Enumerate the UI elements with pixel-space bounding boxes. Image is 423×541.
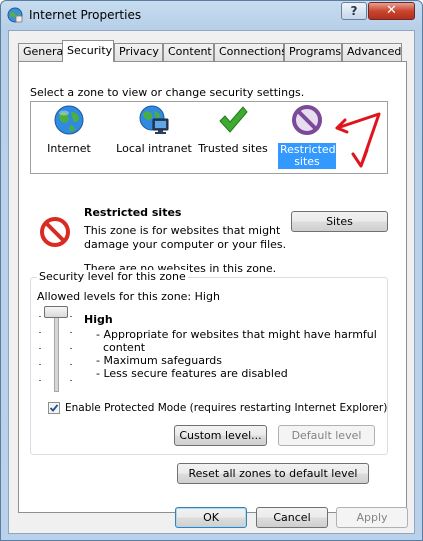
- zone-local-intranet-label: Local intranet: [116, 142, 192, 155]
- help-button[interactable]: ?: [341, 2, 367, 20]
- zone-trusted-sites-label: Trusted sites: [198, 142, 268, 155]
- tab-connections[interactable]: Connections: [214, 43, 287, 61]
- slider-tick: [39, 380, 41, 381]
- zone-restricted-sites[interactable]: Restricted sites: [278, 104, 336, 169]
- sites-button[interactable]: Sites: [291, 211, 388, 232]
- slider-tick: [39, 348, 41, 349]
- reset-all-zones-button[interactable]: Reset all zones to default level: [177, 463, 369, 484]
- slider-tick: [70, 348, 72, 349]
- apply-button[interactable]: Apply: [336, 507, 408, 528]
- level-bullet-1-cont: content: [96, 341, 146, 354]
- zone-description-line1: This zone is for websites that might: [84, 224, 281, 237]
- protected-mode-label[interactable]: Enable Protected Mode (requires restarti…: [65, 402, 387, 414]
- zone-internet[interactable]: Internet: [43, 104, 95, 155]
- ok-button[interactable]: OK: [175, 507, 247, 528]
- title-bar[interactable]: Internet Properties ? ✕: [1, 1, 422, 31]
- tab-privacy[interactable]: Privacy: [114, 43, 163, 61]
- check-icon: [49, 404, 59, 412]
- slider-tick: [70, 364, 72, 365]
- slider-track: [54, 310, 59, 392]
- security-tab-panel: Select a zone to view or change security…: [18, 61, 407, 513]
- level-bullet-2: - Maximum safeguards: [96, 354, 223, 367]
- internet-options-icon: [7, 7, 23, 23]
- slider-tick: [70, 380, 72, 381]
- zone-restricted-sites-label: Restricted sites: [278, 143, 336, 169]
- restricted-icon: [292, 105, 322, 135]
- level-name: High: [84, 313, 113, 326]
- allowed-levels-text: Allowed levels for this zone: High: [37, 290, 220, 303]
- tab-programs[interactable]: Programs: [284, 43, 342, 61]
- zone-description-line2: damage your computer or your files.: [84, 238, 287, 251]
- intranet-icon: [139, 105, 169, 134]
- level-bullet-3: - Less secure features are disabled: [96, 367, 288, 380]
- slider-thumb[interactable]: [44, 306, 68, 318]
- security-level-slider[interactable]: [36, 306, 76, 398]
- protected-mode-checkbox[interactable]: [48, 402, 60, 414]
- zone-prompt: Select a zone to view or change security…: [30, 86, 305, 99]
- globe-icon: [54, 105, 84, 135]
- annotation-arrow-icon: [335, 112, 381, 168]
- zone-restricted-label-line2: sites: [294, 155, 320, 168]
- tab-advanced[interactable]: Advanced: [342, 43, 402, 61]
- slider-tick: [39, 364, 41, 365]
- zone-trusted-sites[interactable]: Trusted sites: [196, 104, 270, 155]
- slider-tick: [70, 316, 72, 317]
- close-button[interactable]: ✕: [368, 2, 415, 20]
- tab-bar: General Security Privacy Content Connect…: [18, 40, 408, 62]
- tab-content[interactable]: Content: [163, 43, 214, 61]
- zone-title: Restricted sites: [84, 206, 182, 219]
- slider-tick: [39, 316, 41, 317]
- group-title: Security level for this zone: [37, 270, 188, 283]
- security-level-group: Security level for this zone Allowed lev…: [30, 270, 388, 455]
- level-bullet-1: - Appropriate for websites that might ha…: [96, 328, 377, 341]
- cancel-button[interactable]: Cancel: [256, 507, 328, 528]
- checkmark-icon: [219, 106, 248, 133]
- internet-properties-window: Internet Properties ? ✕ General Security…: [0, 0, 423, 541]
- tab-security[interactable]: Security: [62, 40, 114, 62]
- default-level-button[interactable]: Default level: [278, 425, 375, 446]
- zone-local-intranet[interactable]: Local intranet: [115, 104, 193, 155]
- slider-tick: [70, 332, 72, 333]
- slider-tick: [39, 332, 41, 333]
- tab-general[interactable]: General: [18, 43, 66, 61]
- zone-internet-label: Internet: [47, 142, 91, 155]
- custom-level-button[interactable]: Custom level...: [174, 425, 267, 446]
- restricted-zone-large-icon: [40, 217, 70, 247]
- window-title: Internet Properties: [29, 8, 142, 22]
- zone-list: Internet Local intranet Trusted sites Re…: [30, 101, 388, 174]
- dialog-client-area: General Security Privacy Content Connect…: [8, 30, 415, 534]
